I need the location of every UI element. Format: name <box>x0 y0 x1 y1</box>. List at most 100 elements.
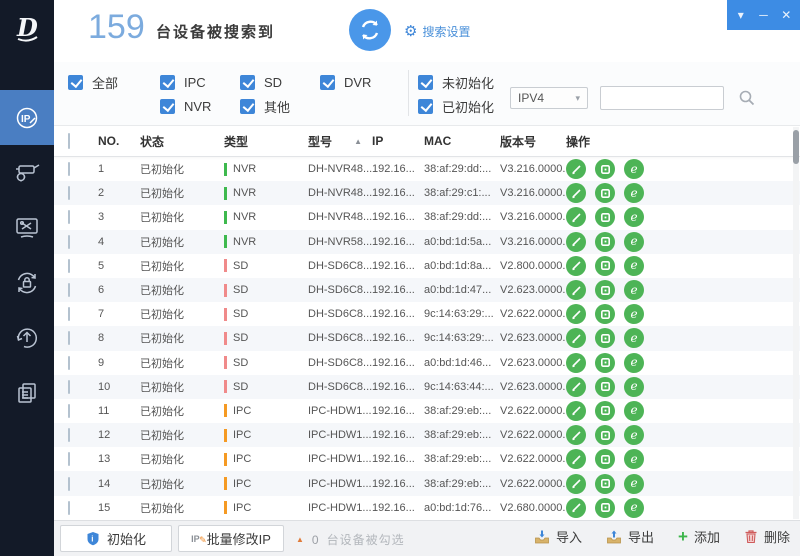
edit-icon[interactable] <box>566 474 586 494</box>
row-checkbox[interactable] <box>68 210 70 224</box>
web-browser-icon[interactable]: e <box>624 425 644 445</box>
row-checkbox[interactable] <box>68 452 70 466</box>
row-checkbox[interactable] <box>68 283 70 297</box>
web-browser-icon[interactable]: e <box>624 280 644 300</box>
details-icon[interactable] <box>595 401 615 421</box>
col-header-mac[interactable]: MAC <box>424 134 500 148</box>
web-browser-icon[interactable]: e <box>624 401 644 421</box>
row-checkbox[interactable] <box>68 186 70 200</box>
col-header-no[interactable]: NO. <box>98 134 140 148</box>
delete-button[interactable]: 删除 <box>744 527 790 546</box>
details-icon[interactable] <box>595 377 615 397</box>
web-browser-icon[interactable]: e <box>624 207 644 227</box>
search-icon[interactable] <box>738 89 756 112</box>
checkbox-icon <box>240 75 255 90</box>
row-checkbox[interactable] <box>68 356 70 370</box>
export-button[interactable]: 导出 <box>606 527 654 546</box>
filter-checkbox-initialized[interactable]: 已初始化 <box>418 98 494 114</box>
filter-checkbox-nvr[interactable]: NVR <box>160 98 211 114</box>
nav-item-upgrade[interactable] <box>0 310 54 365</box>
web-browser-icon[interactable]: e <box>624 304 644 324</box>
nav-item-modify-ip[interactable]: IP <box>0 90 54 145</box>
edit-icon[interactable] <box>566 353 586 373</box>
web-browser-icon[interactable]: e <box>624 328 644 348</box>
row-checkbox[interactable] <box>68 380 70 394</box>
menu-button[interactable]: ▾ <box>732 9 750 21</box>
edit-icon[interactable] <box>566 328 586 348</box>
web-browser-icon[interactable]: e <box>624 498 644 518</box>
row-checkbox[interactable] <box>68 331 70 345</box>
row-checkbox[interactable] <box>68 404 70 418</box>
web-browser-icon[interactable]: e <box>624 256 644 276</box>
col-header-type[interactable]: 类型 <box>224 133 308 150</box>
scrollbar-track[interactable] <box>793 127 799 519</box>
details-icon[interactable] <box>595 207 615 227</box>
edit-icon[interactable] <box>566 498 586 518</box>
minimize-button[interactable]: ─ <box>755 9 773 21</box>
row-checkbox[interactable] <box>68 501 70 515</box>
edit-icon[interactable] <box>566 401 586 421</box>
details-icon[interactable] <box>595 183 615 203</box>
select-all-checkbox[interactable] <box>68 133 70 149</box>
filter-checkbox-dvr[interactable]: DVR <box>320 74 371 90</box>
filter-checkbox-ipc[interactable]: IPC <box>160 74 206 90</box>
nav-item-system-tools[interactable] <box>0 200 54 255</box>
web-browser-icon[interactable]: e <box>624 232 644 252</box>
search-settings[interactable]: ⚙ 搜索设置 <box>404 23 470 40</box>
ip-version-select[interactable]: IPV4 ▾ <box>510 87 588 109</box>
edit-icon[interactable] <box>566 207 586 227</box>
row-checkbox[interactable] <box>68 235 70 249</box>
details-icon[interactable] <box>595 353 615 373</box>
edit-icon[interactable] <box>566 183 586 203</box>
edit-icon[interactable] <box>566 425 586 445</box>
col-header-status[interactable]: 状态 <box>140 133 224 150</box>
filter-checkbox-all[interactable]: 全部 <box>68 74 118 90</box>
web-browser-icon[interactable]: e <box>624 353 644 373</box>
search-input[interactable] <box>600 86 724 110</box>
nav-item-documents[interactable] <box>0 365 54 420</box>
web-browser-icon[interactable]: e <box>624 449 644 469</box>
edit-icon[interactable] <box>566 304 586 324</box>
scrollbar-thumb[interactable] <box>793 130 799 164</box>
details-icon[interactable] <box>595 498 615 518</box>
edit-icon[interactable] <box>566 377 586 397</box>
edit-icon[interactable] <box>566 280 586 300</box>
initialize-button[interactable]: i 初始化 <box>60 525 172 552</box>
filter-checkbox-other[interactable]: 其他 <box>240 98 290 114</box>
col-header-version[interactable]: 版本号 <box>500 133 566 150</box>
details-icon[interactable] <box>595 256 615 276</box>
web-browser-icon[interactable]: e <box>624 377 644 397</box>
details-icon[interactable] <box>595 449 615 469</box>
filter-checkbox-uninitialized[interactable]: 未初始化 <box>418 74 494 90</box>
details-icon[interactable] <box>595 304 615 324</box>
edit-icon[interactable] <box>566 232 586 252</box>
nav-item-device-config[interactable] <box>0 145 54 200</box>
edit-icon[interactable] <box>566 256 586 276</box>
add-button[interactable]: + 添加 <box>678 527 720 546</box>
nav-item-password-reset[interactable] <box>0 255 54 310</box>
details-icon[interactable] <box>595 328 615 348</box>
row-checkbox[interactable] <box>68 162 70 176</box>
edit-icon[interactable] <box>566 159 586 179</box>
row-checkbox[interactable] <box>68 428 70 442</box>
web-browser-icon[interactable]: e <box>624 474 644 494</box>
edit-icon[interactable] <box>566 449 586 469</box>
refresh-button[interactable] <box>349 9 391 51</box>
batch-modify-ip-button[interactable]: IP✎ 批量修改IP <box>178 525 284 552</box>
details-icon[interactable] <box>595 425 615 445</box>
details-icon[interactable] <box>595 474 615 494</box>
row-checkbox[interactable] <box>68 259 70 273</box>
details-icon[interactable] <box>595 280 615 300</box>
row-checkbox[interactable] <box>68 307 70 321</box>
web-browser-icon[interactable]: e <box>624 159 644 179</box>
import-button[interactable]: 导入 <box>534 527 582 546</box>
close-button[interactable]: ✕ <box>777 9 795 21</box>
filter-checkbox-sd[interactable]: SD <box>240 74 282 90</box>
details-icon[interactable] <box>595 232 615 252</box>
col-header-model[interactable]: 型号 ▲ <box>308 133 372 150</box>
row-checkbox[interactable] <box>68 477 70 491</box>
web-browser-icon[interactable]: e <box>624 183 644 203</box>
details-icon[interactable] <box>595 159 615 179</box>
col-header-ip[interactable]: IP <box>372 134 424 148</box>
sort-asc-icon[interactable]: ▲ <box>354 137 362 146</box>
